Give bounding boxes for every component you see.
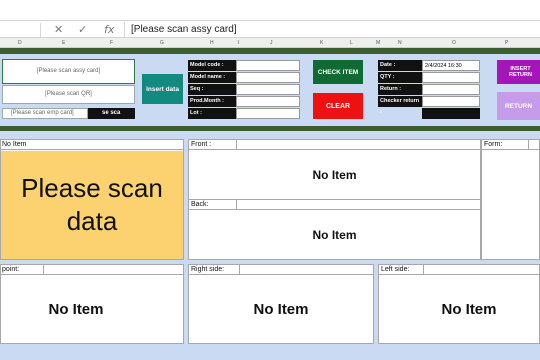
left-side-label: Left side: (381, 266, 410, 273)
form-box: Form: (481, 139, 540, 260)
seq-field[interactable] (236, 84, 300, 95)
prod-month-label: Prod.Month : (188, 96, 236, 107)
assy-card-input[interactable]: [Please scan assy card] (2, 59, 135, 84)
return-label: Return : (378, 84, 422, 95)
column-header[interactable]: L (350, 38, 353, 48)
clear-button[interactable]: CLEAR (313, 93, 363, 119)
column-header[interactable]: M (376, 38, 380, 48)
formula-input[interactable]: [Please scan assy card] (124, 22, 540, 38)
back-label: Back: (191, 201, 209, 208)
title-strip (0, 0, 540, 20)
model-name-field[interactable] (236, 72, 300, 83)
date-label: Date : (378, 60, 422, 71)
formula-bar: ✕ ✓ fx [Please scan assy card] (0, 20, 540, 38)
front-no-item: No Item (312, 168, 357, 182)
formula-bar-divider (40, 23, 41, 37)
model-code-field[interactable] (236, 60, 300, 71)
emp-card-input[interactable]: [Please scan emp card] (2, 108, 88, 119)
right-side-label: Right side: (191, 266, 225, 273)
left-side-box: Left side: No Item (378, 264, 540, 344)
date-field[interactable]: 2/4/2024 16:30 (422, 60, 480, 71)
column-header[interactable]: P (505, 38, 508, 48)
emp-value: se sca (88, 108, 135, 119)
close-icon[interactable]: ✕ (54, 23, 63, 36)
divider (239, 265, 240, 275)
check-icon[interactable]: ✓ (78, 23, 87, 36)
column-header[interactable]: E (62, 38, 65, 48)
back-no-item: No Item (312, 228, 357, 242)
point-box: point: No Item (0, 264, 184, 344)
column-header[interactable]: O (452, 38, 456, 48)
model-code-label: Model code : (188, 60, 236, 71)
column-header[interactable]: K (320, 38, 323, 48)
divider (236, 140, 237, 150)
lot-label: Lot : (188, 108, 236, 119)
right-side-box: Right side: No Item (188, 264, 374, 344)
point-no-item: No Item (48, 301, 104, 318)
divider (528, 140, 529, 150)
front-label: Front : (191, 141, 212, 148)
check-item-button[interactable]: CHECK ITEM (313, 60, 363, 84)
divider (423, 265, 424, 275)
qty-label: QTY : (378, 72, 422, 83)
divider (236, 200, 237, 210)
left-no-item: No Item (441, 301, 497, 318)
checker-return-field[interactable] (422, 96, 480, 107)
message-header-line (1, 140, 183, 150)
return-field[interactable] (422, 84, 480, 95)
control-panel: [Please scan assy card] [Please scan QR]… (0, 54, 540, 126)
qty-field[interactable] (422, 72, 480, 83)
column-header[interactable]: G (160, 38, 164, 48)
column-header[interactable]: J (270, 38, 273, 48)
prod-month-field[interactable] (236, 96, 300, 107)
column-headers: D E F G H I J K L M N O P (0, 38, 540, 48)
point-label: point: (2, 266, 20, 273)
fx-icon[interactable]: fx (104, 23, 114, 36)
seq-label: Seq : (188, 84, 236, 95)
column-header[interactable]: D (18, 38, 22, 48)
insert-return-button[interactable]: INSERT RETURN (497, 60, 540, 84)
column-header[interactable]: N (398, 38, 402, 48)
form-label: Form: (484, 141, 503, 148)
column-header[interactable]: H (210, 38, 214, 48)
column-header[interactable]: I (238, 38, 239, 48)
column-header[interactable]: F (110, 38, 113, 48)
lot-field[interactable] (236, 108, 300, 119)
checker-value (422, 108, 480, 119)
lower-area: No Item Please scan data Front : No Item… (0, 131, 540, 360)
message-box: No Item Please scan data (0, 139, 184, 260)
qr-input[interactable]: [Please scan QR] (2, 85, 135, 104)
insert-data-button[interactable]: Insert data (142, 74, 183, 104)
back-header-line (189, 200, 480, 210)
point-header-line (1, 265, 183, 275)
no-item-header: No Item (2, 141, 27, 148)
divider (43, 265, 44, 275)
checker-return-label: Checker return : (378, 96, 422, 115)
right-no-item: No Item (253, 301, 309, 318)
front-back-box: Front : No Item Back: No Item (188, 139, 481, 260)
return-button[interactable]: RETURN (497, 92, 540, 120)
model-name-label: Model name : (188, 72, 236, 83)
please-scan-message: Please scan data (1, 151, 183, 259)
front-header-line (189, 140, 480, 150)
